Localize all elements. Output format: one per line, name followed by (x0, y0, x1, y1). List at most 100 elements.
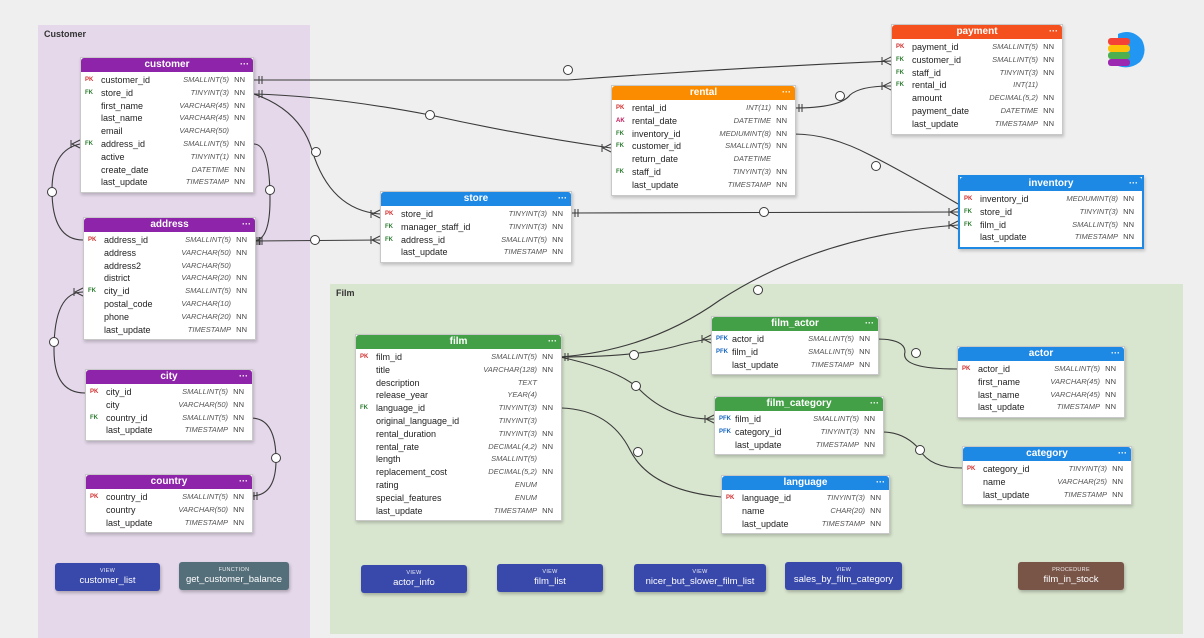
column-row[interactable]: first_name VARCHAR(45) NN (958, 376, 1124, 389)
column-row[interactable]: last_update TIMESTAMP NN (612, 179, 795, 192)
column-row[interactable]: PK category_id TINYINT(3) NN (963, 463, 1131, 476)
column-row[interactable]: original_language_id TINYINT(3) (356, 415, 561, 428)
view-film-list[interactable]: VIEW film_list (497, 564, 603, 592)
column-row[interactable]: amount DECIMAL(5,2) NN (892, 92, 1062, 105)
column-row[interactable]: last_update TIMESTAMP NN (715, 439, 883, 452)
table-menu-icon[interactable]: ··· (865, 316, 874, 330)
column-row[interactable]: FK customer_id SMALLINT(5) NN (892, 54, 1062, 67)
column-row[interactable]: postal_code VARCHAR(10) (84, 298, 255, 311)
column-row[interactable]: replacement_cost DECIMAL(5,2) NN (356, 466, 561, 479)
table-menu-icon[interactable]: ··· (240, 57, 249, 71)
table-header[interactable]: actor ··· (958, 347, 1124, 361)
table-header[interactable]: store ··· (381, 192, 571, 206)
column-row[interactable]: last_update TIMESTAMP NN (381, 246, 571, 259)
column-row[interactable]: last_name VARCHAR(45) NN (958, 389, 1124, 402)
table-category[interactable]: category ··· PK category_id TINYINT(3) NN name… (962, 446, 1132, 506)
column-row[interactable]: phone VARCHAR(20) NN (84, 311, 255, 324)
table-store[interactable]: store ··· PK store_id TINYINT(3) NN FK manager_… (380, 191, 572, 264)
column-row[interactable]: FK staff_id TINYINT(3) NN (892, 67, 1062, 80)
table-payment[interactable]: payment ··· PK payment_id SMALLINT(5) NN FK cus… (891, 24, 1063, 135)
table-city[interactable]: city ··· PK city_id SMALLINT(5) NN city VARCHAR… (85, 369, 253, 442)
column-row[interactable]: name VARCHAR(25) NN (963, 476, 1131, 489)
table-header[interactable]: customer ··· (81, 58, 253, 72)
view-actor-info[interactable]: VIEW actor_info (361, 565, 467, 593)
table-header[interactable]: payment ··· (892, 25, 1062, 39)
column-row[interactable]: PK store_id TINYINT(3) NN (381, 208, 571, 221)
column-row[interactable]: PK payment_id SMALLINT(5) NN (892, 41, 1062, 54)
column-row[interactable]: special_features ENUM (356, 492, 561, 505)
column-row[interactable]: last_update TIMESTAMP NN (86, 424, 252, 437)
column-row[interactable]: last_update TIMESTAMP NN (722, 518, 889, 531)
column-row[interactable]: last_update TIMESTAMP NN (81, 176, 253, 189)
column-row[interactable]: payment_date DATETIME NN (892, 105, 1062, 118)
table-header[interactable]: rental ··· (612, 86, 795, 100)
column-row[interactable]: PK city_id SMALLINT(5) NN (86, 386, 252, 399)
table-header[interactable]: film ··· (356, 335, 561, 349)
table-menu-icon[interactable]: ··· (1111, 346, 1120, 360)
table-header[interactable]: category ··· (963, 447, 1131, 461)
table-menu-icon[interactable]: ··· (782, 85, 791, 99)
column-row[interactable]: PK film_id SMALLINT(5) NN (356, 351, 561, 364)
column-row[interactable]: last_update TIMESTAMP NN (892, 118, 1062, 131)
column-row[interactable]: rental_rate DECIMAL(4,2) NN (356, 441, 561, 454)
table-header[interactable]: film_actor ··· (712, 317, 878, 331)
table-menu-icon[interactable]: ··· (548, 334, 557, 348)
column-row[interactable]: FK country_id SMALLINT(5) NN (86, 412, 252, 425)
column-row[interactable]: first_name VARCHAR(45) NN (81, 100, 253, 113)
table-header[interactable]: city ··· (86, 370, 252, 384)
column-row[interactable]: last_update TIMESTAMP NN (86, 517, 252, 530)
view-nicer-but-slower-film-list[interactable]: VIEW nicer_but_slower_film_list (634, 564, 766, 592)
column-row[interactable]: FK rental_id INT(11) (892, 79, 1062, 92)
table-menu-icon[interactable]: ··· (1129, 176, 1138, 190)
column-row[interactable]: PFK category_id TINYINT(3) NN (715, 426, 883, 439)
column-row[interactable]: PFK actor_id SMALLINT(5) NN (712, 333, 878, 346)
column-row[interactable]: PK customer_id SMALLINT(5) NN (81, 74, 253, 87)
table-country[interactable]: country ··· PK country_id SMALLINT(5) NN count… (85, 474, 253, 534)
column-row[interactable]: last_name VARCHAR(45) NN (81, 112, 253, 125)
table-inventory[interactable]: inventory ··· PK inventory_id MEDIUMINT(8) NN… (958, 175, 1144, 250)
column-row[interactable]: length SMALLINT(5) (356, 453, 561, 466)
table-menu-icon[interactable]: ··· (1118, 446, 1127, 460)
column-row[interactable]: release_year YEAR(4) (356, 389, 561, 402)
table-actor[interactable]: actor ··· PK actor_id SMALLINT(5) NN first_nam… (957, 346, 1125, 419)
table-menu-icon[interactable]: ··· (239, 474, 248, 488)
column-row[interactable]: last_update TIMESTAMP NN (963, 489, 1131, 502)
column-row[interactable]: last_update TIMESTAMP NN (712, 359, 878, 372)
table-header[interactable]: language ··· (722, 476, 889, 490)
table-menu-icon[interactable]: ··· (242, 217, 251, 231)
column-row[interactable]: PK language_id TINYINT(3) NN (722, 492, 889, 505)
column-row[interactable]: PK rental_id INT(11) NN (612, 102, 795, 115)
table-film-category[interactable]: film_category ··· PFK film_id SMALLINT(5) NN P… (714, 396, 884, 456)
table-menu-icon[interactable]: ··· (870, 396, 879, 410)
column-row[interactable]: district VARCHAR(20) NN (84, 272, 255, 285)
view-customer-list[interactable]: VIEW customer_list (55, 563, 160, 591)
column-row[interactable]: address VARCHAR(50) NN (84, 247, 255, 260)
function-get-customer-balance[interactable]: FUNCTION get_customer_balance (179, 562, 289, 590)
column-row[interactable]: name CHAR(20) NN (722, 505, 889, 518)
column-row[interactable]: FK language_id TINYINT(3) NN (356, 402, 561, 415)
table-header[interactable]: address ··· (84, 218, 255, 232)
table-menu-icon[interactable]: ··· (239, 369, 248, 383)
column-row[interactable]: FK store_id TINYINT(3) NN (81, 87, 253, 100)
column-row[interactable]: PK actor_id SMALLINT(5) NN (958, 363, 1124, 376)
column-row[interactable]: FK city_id SMALLINT(5) NN (84, 285, 255, 298)
column-row[interactable]: FK customer_id SMALLINT(5) NN (612, 140, 795, 153)
table-address[interactable]: address ··· PK address_id SMALLINT(5) NN addre… (83, 217, 256, 341)
table-rental[interactable]: rental ··· PK rental_id INT(11) NN AK rental_da… (611, 85, 796, 196)
table-menu-icon[interactable]: ··· (558, 191, 567, 205)
table-menu-icon[interactable]: ··· (876, 475, 885, 489)
column-row[interactable]: FK address_id SMALLINT(5) NN (81, 138, 253, 151)
column-row[interactable]: last_update TIMESTAMP NN (958, 401, 1124, 414)
column-row[interactable]: rating ENUM (356, 479, 561, 492)
procedure-film-in-stock[interactable]: PROCEDURE film_in_stock (1018, 562, 1124, 590)
table-film[interactable]: film ··· PK film_id SMALLINT(5) NN title VARCHA… (355, 334, 562, 522)
column-row[interactable]: PK inventory_id MEDIUMINT(8) NN (960, 193, 1142, 206)
column-row[interactable]: address2 VARCHAR(50) (84, 260, 255, 273)
column-row[interactable]: city VARCHAR(50) NN (86, 399, 252, 412)
column-row[interactable]: FK store_id TINYINT(3) NN (960, 206, 1142, 219)
column-row[interactable]: title VARCHAR(128) NN (356, 364, 561, 377)
column-row[interactable]: country VARCHAR(50) NN (86, 504, 252, 517)
column-row[interactable]: FK inventory_id MEDIUMINT(8) NN (612, 128, 795, 141)
table-language[interactable]: language ··· PK language_id TINYINT(3) NN name… (721, 475, 890, 535)
table-header[interactable]: country ··· (86, 475, 252, 489)
